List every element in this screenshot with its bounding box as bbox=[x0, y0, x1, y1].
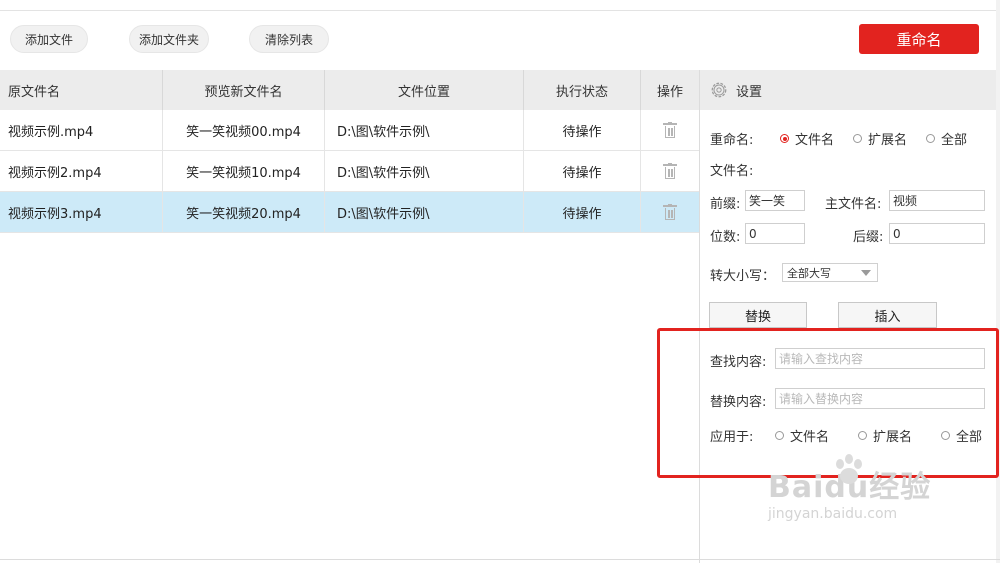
cell-location: D:\图\软件示例\ bbox=[325, 192, 524, 232]
header-status: 执行状态 bbox=[524, 70, 641, 110]
cell-preview-name: 笑一笑视频00.mp4 bbox=[163, 110, 325, 150]
radio-rename-filename[interactable]: 文件名 bbox=[780, 129, 834, 148]
add-folder-button[interactable]: 添加文件夹 bbox=[129, 25, 209, 53]
radio-selected-icon bbox=[780, 134, 789, 143]
chevron-down-icon bbox=[861, 270, 871, 276]
radio-label: 全部 bbox=[941, 133, 968, 148]
cell-original-name: 视频示例.mp4 bbox=[0, 110, 163, 150]
header-action: 操作 bbox=[641, 70, 700, 110]
radio-label: 扩展名 bbox=[868, 133, 908, 148]
highlight-box bbox=[657, 328, 999, 478]
cell-status: 待操作 bbox=[524, 192, 641, 232]
case-label: 转大小写： bbox=[710, 269, 776, 284]
radio-rename-all[interactable]: 全部 bbox=[926, 129, 967, 148]
radio-label: 文件名 bbox=[795, 133, 835, 148]
rename-button[interactable]: 重命名 bbox=[859, 24, 979, 54]
cell-original-name: 视频示例2.mp4 bbox=[0, 151, 163, 191]
bottom-divider bbox=[0, 559, 1000, 560]
table-row[interactable]: 视频示例.mp4 笑一笑视频00.mp4 D:\图\软件示例\ 待操作 bbox=[0, 110, 700, 151]
table-row-selected[interactable]: 视频示例3.mp4 笑一笑视频20.mp4 D:\图\软件示例\ 待操作 bbox=[0, 192, 700, 233]
header-preview-name: 预览新文件名 bbox=[163, 70, 325, 110]
case-select[interactable]: 全部大写 bbox=[782, 263, 878, 282]
trash-icon[interactable] bbox=[663, 122, 677, 138]
cell-location: D:\图\软件示例\ bbox=[325, 110, 524, 150]
settings-header: 设置 bbox=[700, 70, 996, 110]
settings-title: 设置 bbox=[736, 84, 763, 100]
replace-button[interactable]: 替换 bbox=[709, 302, 807, 328]
window-edge bbox=[996, 0, 1000, 563]
case-select-value: 全部大写 bbox=[787, 266, 831, 280]
radio-icon bbox=[926, 134, 935, 143]
cell-status: 待操作 bbox=[524, 110, 641, 150]
delete-cell bbox=[641, 110, 700, 150]
filename-section-label: 文件名: bbox=[710, 164, 754, 179]
trash-icon[interactable] bbox=[663, 163, 677, 179]
digits-label: 位数: bbox=[710, 230, 741, 245]
cell-original-name: 视频示例3.mp4 bbox=[0, 192, 163, 232]
top-divider bbox=[0, 10, 1000, 11]
cell-status: 待操作 bbox=[524, 151, 641, 191]
main-name-input[interactable]: 视频 bbox=[889, 190, 985, 211]
radio-icon bbox=[853, 134, 862, 143]
delete-cell bbox=[641, 151, 700, 191]
file-table: 原文件名 预览新文件名 文件位置 执行状态 操作 视频示例.mp4 笑一笑视频0… bbox=[0, 70, 700, 233]
trash-icon[interactable] bbox=[663, 204, 677, 220]
rename-mode-label: 重命名: bbox=[710, 133, 754, 148]
table-header: 原文件名 预览新文件名 文件位置 执行状态 操作 bbox=[0, 70, 700, 110]
digits-input[interactable]: 0 bbox=[745, 223, 805, 244]
cell-preview-name: 笑一笑视频20.mp4 bbox=[163, 192, 325, 232]
prefix-label: 前缀: bbox=[710, 197, 741, 212]
delete-cell bbox=[641, 192, 700, 232]
header-location: 文件位置 bbox=[325, 70, 524, 110]
suffix-label: 后缀: bbox=[853, 230, 884, 245]
suffix-input[interactable]: 0 bbox=[889, 223, 985, 244]
gear-icon bbox=[711, 82, 727, 98]
add-file-button[interactable]: 添加文件 bbox=[10, 25, 88, 53]
main-name-label: 主文件名: bbox=[825, 197, 882, 212]
watermark-url: jingyan.baidu.com bbox=[768, 506, 898, 522]
insert-button[interactable]: 插入 bbox=[838, 302, 937, 328]
cell-preview-name: 笑一笑视频10.mp4 bbox=[163, 151, 325, 191]
header-original-name: 原文件名 bbox=[0, 70, 163, 110]
panel-divider bbox=[699, 70, 700, 563]
cell-location: D:\图\软件示例\ bbox=[325, 151, 524, 191]
paw-icon bbox=[836, 454, 862, 484]
watermark: Baidu经验 jingyan.baidu.com bbox=[768, 454, 931, 522]
prefix-input[interactable]: 笑一笑 bbox=[745, 190, 805, 211]
table-row[interactable]: 视频示例2.mp4 笑一笑视频10.mp4 D:\图\软件示例\ 待操作 bbox=[0, 151, 700, 192]
radio-rename-extension[interactable]: 扩展名 bbox=[853, 129, 907, 148]
clear-list-button[interactable]: 清除列表 bbox=[249, 25, 329, 53]
